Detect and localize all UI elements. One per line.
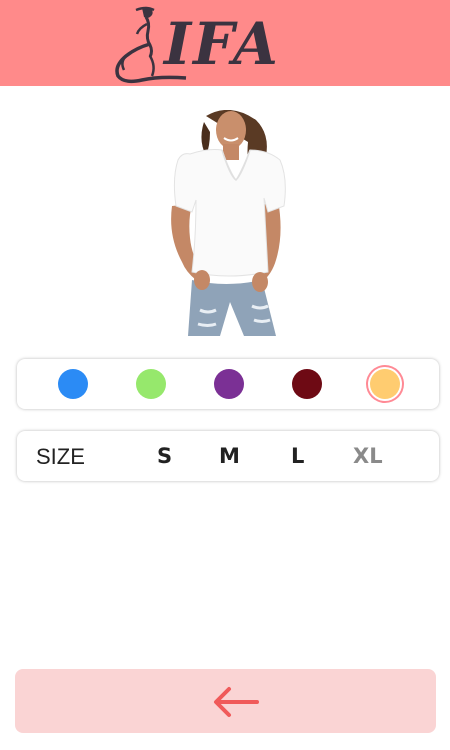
color-selector	[17, 359, 439, 409]
product-detail-screen: IFA SIZE S M L XL	[0, 0, 450, 750]
brand-logo[interactable]: IFA	[112, 4, 292, 84]
product-photo	[171, 110, 286, 336]
size-option-l[interactable]: L	[291, 443, 304, 469]
app-header: IFA	[0, 0, 450, 86]
arrow-left-icon	[214, 687, 259, 717]
color-swatch-maroon[interactable]	[292, 369, 322, 399]
back-button[interactable]	[15, 669, 436, 733]
size-label: SIZE	[36, 444, 85, 469]
size-option-m[interactable]: M	[219, 443, 240, 469]
color-swatch-yellow[interactable]	[370, 369, 400, 399]
size-selector: SIZE S M L XL	[17, 431, 439, 481]
brand-logo-text: IFA	[164, 10, 280, 78]
color-swatch-purple[interactable]	[214, 369, 244, 399]
color-swatch-blue[interactable]	[58, 369, 88, 399]
color-swatch-green[interactable]	[136, 369, 166, 399]
size-option-xl[interactable]: XL	[353, 443, 383, 469]
size-option-s[interactable]: S	[157, 443, 172, 469]
